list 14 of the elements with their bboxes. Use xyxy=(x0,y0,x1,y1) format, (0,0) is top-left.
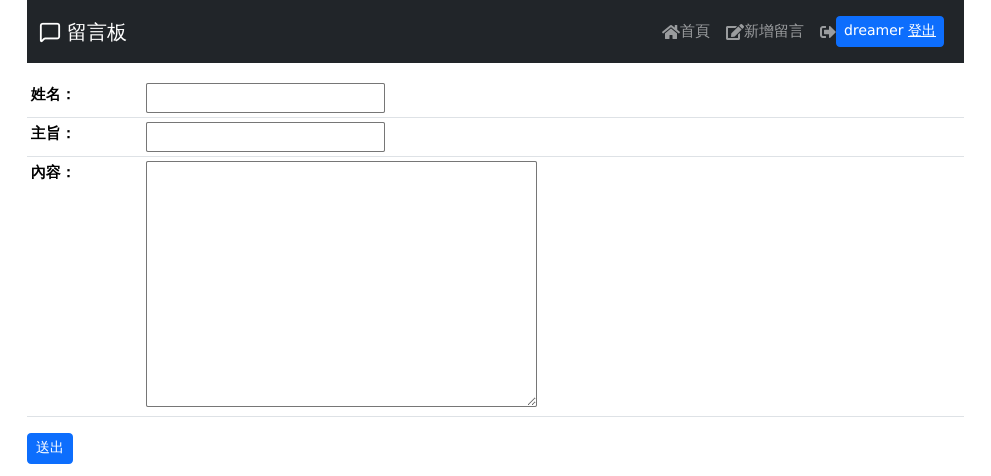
text-input[interactable] xyxy=(146,122,385,152)
edit-icon xyxy=(726,22,744,40)
nav-link[interactable]: 新增留言 xyxy=(726,20,804,43)
chat-icon xyxy=(39,20,61,42)
submit-button[interactable]: 送出 xyxy=(27,433,73,464)
logout-icon xyxy=(820,24,836,40)
field-label: 姓名： xyxy=(30,84,77,105)
logout-button[interactable]: dreamer 登出 xyxy=(836,16,944,47)
nav-link[interactable]: 首頁 xyxy=(662,20,710,43)
brand-link[interactable]: 留言板 xyxy=(39,16,127,46)
home-icon xyxy=(662,22,680,40)
field-label: 內容： xyxy=(30,162,77,183)
field-label: 主旨： xyxy=(30,123,77,144)
text-input[interactable] xyxy=(146,83,385,113)
